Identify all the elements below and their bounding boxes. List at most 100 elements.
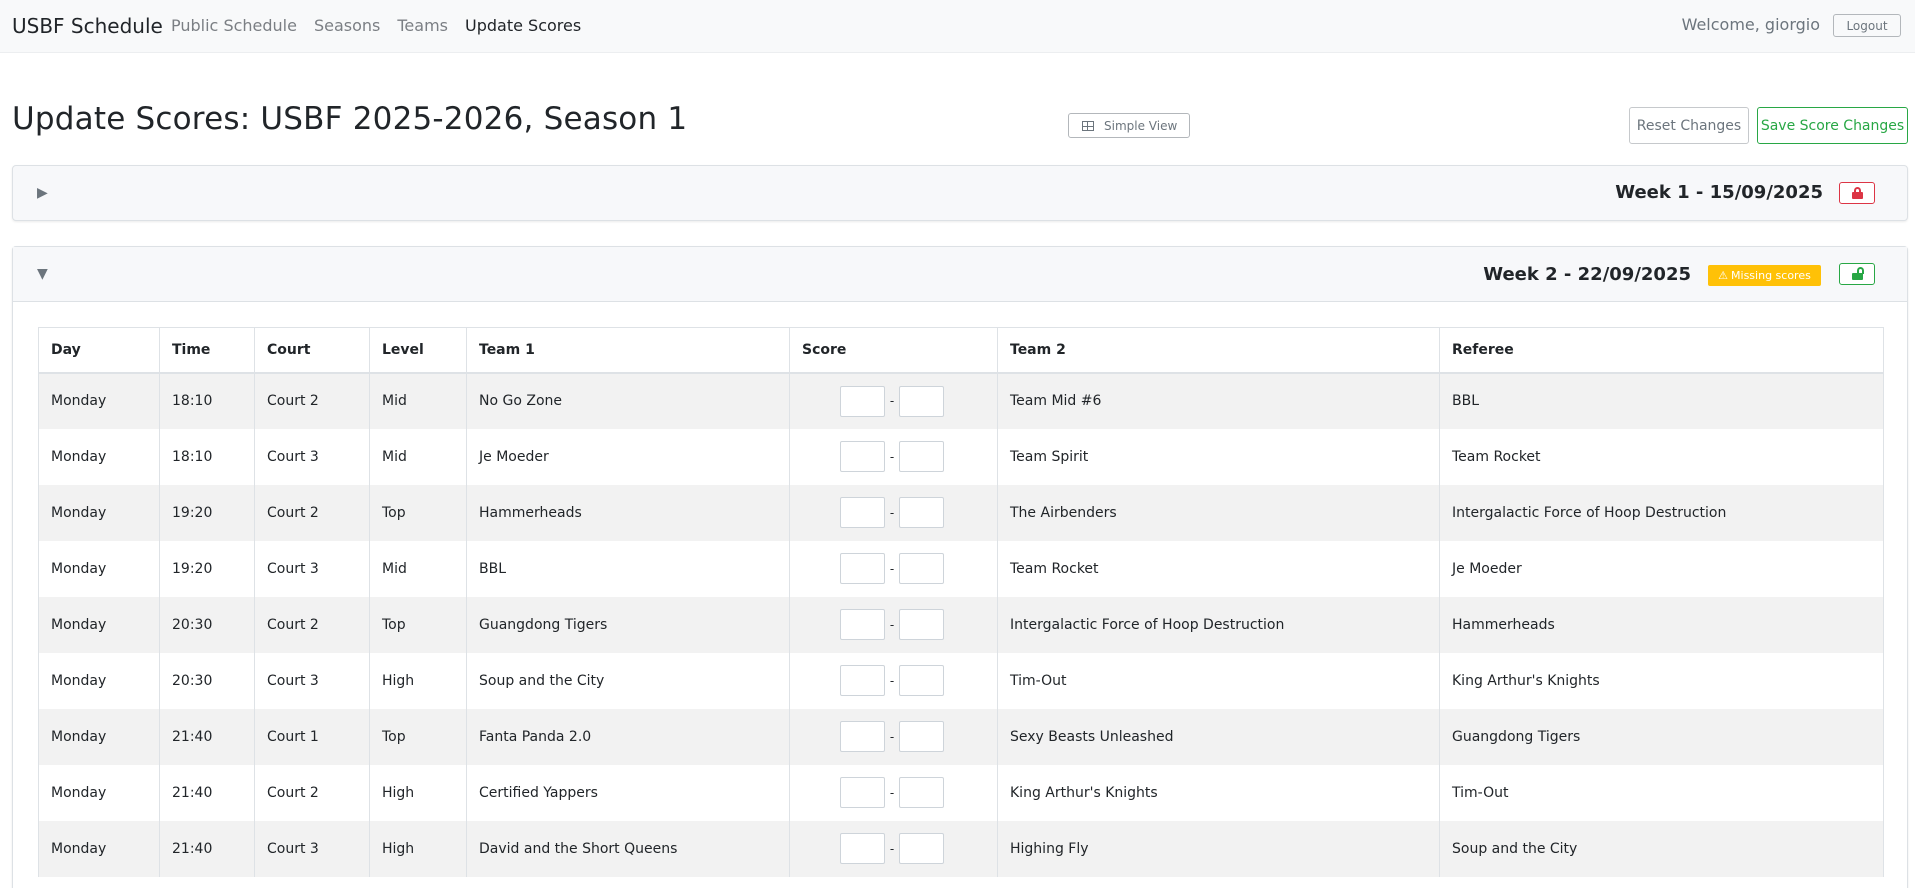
cell-team1: Guangdong Tigers (466, 596, 790, 653)
team2-score-input[interactable] (899, 441, 945, 472)
cell-time: 18:10 (159, 428, 255, 485)
table-header-row: Day Time Court Level Team 1 Score Team 2… (38, 327, 1884, 374)
team1-score-input[interactable] (839, 553, 885, 584)
week-1-title: Week 1 - 15/09/2025 (1615, 182, 1823, 203)
score-separator: - (889, 841, 895, 856)
cell-time: 21:40 (159, 764, 255, 821)
cell-day: Monday (38, 540, 160, 597)
score-separator: - (889, 394, 895, 408)
table-row: Monday 21:40 Court 2 High Certified Yappers -… (38, 764, 1884, 821)
score-separator: - (889, 785, 895, 800)
collapse-icon[interactable]: ▼ (37, 266, 48, 282)
cell-referee: Je Moeder (1439, 540, 1884, 597)
lock-icon (1851, 187, 1863, 199)
cell-referee: Team Rocket (1439, 428, 1884, 485)
cell-court: Court 3 (254, 428, 370, 485)
cell-day: Monday (38, 484, 160, 541)
save-score-changes-button[interactable]: Save Score Changes (1757, 107, 1908, 144)
cell-referee: Intergalactic Force of Hoop Destruction (1439, 484, 1884, 541)
cell-team1: Soup and the City (466, 652, 790, 709)
cell-score: - (789, 764, 998, 821)
score-separator: - (889, 617, 895, 632)
week-2-header[interactable]: ▼ Week 2 - 22/09/2025 ⚠ Missing scores (13, 247, 1907, 302)
cell-court: Court 2 (254, 372, 370, 429)
cell-referee: Soup and the City (1439, 820, 1884, 877)
team1-score-input[interactable] (839, 665, 885, 696)
cell-team2: The Airbenders (997, 484, 1440, 541)
simple-view-button[interactable]: Simple View (1068, 113, 1190, 138)
brand-link[interactable]: USBF Schedule (12, 14, 163, 38)
cell-score: - (789, 428, 998, 485)
reset-changes-button[interactable]: Reset Changes (1629, 107, 1749, 144)
nav-update-scores[interactable]: Update Scores (465, 16, 581, 35)
team2-score-input[interactable] (899, 385, 945, 417)
navbar: USBF Schedule Public Schedule Seasons Te… (0, 0, 1915, 53)
team2-score-input[interactable] (899, 497, 945, 528)
cell-court: Court 2 (254, 484, 370, 541)
table-row: Monday 21:40 Court 1 Top Fanta Panda 2.0 - Sex… (38, 708, 1884, 765)
team2-score-input[interactable] (899, 721, 945, 752)
team1-score-input[interactable] (839, 609, 885, 640)
nav-seasons[interactable]: Seasons (314, 16, 380, 35)
logout-button[interactable]: Logout (1833, 14, 1901, 37)
team2-score-input[interactable] (899, 777, 945, 808)
cell-referee: Tim-Out (1439, 764, 1884, 821)
cell-team1: BBL (466, 540, 790, 597)
cell-level: Mid (369, 540, 467, 597)
cell-score: - (789, 820, 998, 877)
nav-public-schedule[interactable]: Public Schedule (171, 16, 297, 35)
cell-team1: Je Moeder (466, 428, 790, 485)
score-inputs: - (839, 777, 945, 808)
score-separator: - (889, 449, 895, 464)
cell-team1: Fanta Panda 2.0 (466, 708, 790, 765)
cell-team1: David and the Short Queens (466, 820, 790, 877)
table-icon (1082, 120, 1094, 131)
warning-icon: ⚠ (1718, 269, 1729, 282)
expand-icon[interactable]: ▶ (37, 185, 48, 201)
page-title: Update Scores: USBF 2025-2026, Season 1 (12, 101, 688, 137)
cell-day: Monday (38, 820, 160, 877)
missing-scores-label: Missing scores (1731, 269, 1811, 282)
week-2-title: Week 2 - 22/09/2025 (1483, 264, 1691, 285)
cell-time: 21:40 (159, 820, 255, 877)
lock-week-button[interactable] (1839, 182, 1875, 204)
cell-time: 18:10 (159, 372, 255, 429)
col-time: Time (159, 327, 255, 374)
cell-time: 19:20 (159, 484, 255, 541)
team2-score-input[interactable] (899, 609, 945, 640)
cell-referee: Hammerheads (1439, 596, 1884, 653)
cell-score: - (789, 540, 998, 597)
cell-day: Monday (38, 708, 160, 765)
team2-score-input[interactable] (899, 665, 945, 696)
week-2-card: ▼ Week 2 - 22/09/2025 ⚠ Missing scores D… (12, 246, 1908, 888)
table-row: Monday 19:20 Court 3 Mid BBL - Team Rocket Je M… (38, 540, 1884, 597)
cell-day: Monday (38, 596, 160, 653)
unlock-week-button[interactable] (1839, 263, 1875, 285)
cell-court: Court 3 (254, 652, 370, 709)
team1-score-input[interactable] (839, 721, 885, 752)
team1-score-input[interactable] (839, 385, 885, 417)
team1-score-input[interactable] (839, 777, 885, 808)
col-referee: Referee (1439, 327, 1884, 374)
team1-score-input[interactable] (839, 441, 885, 472)
team1-score-input[interactable] (839, 497, 885, 528)
team2-score-input[interactable] (899, 833, 945, 864)
col-day: Day (38, 327, 160, 374)
cell-day: Monday (38, 764, 160, 821)
cell-level: Mid (369, 372, 467, 429)
cell-court: Court 3 (254, 540, 370, 597)
cell-team2: King Arthur's Knights (997, 764, 1440, 821)
cell-score: - (789, 652, 998, 709)
cell-score: - (789, 372, 998, 429)
score-inputs: - (839, 609, 945, 640)
table-row: Monday 19:20 Court 2 Top Hammerheads - The Air… (38, 484, 1884, 541)
score-inputs: - (839, 833, 945, 864)
cell-referee: King Arthur's Knights (1439, 652, 1884, 709)
games-table: Day Time Court Level Team 1 Score Team 2… (38, 327, 1884, 877)
cell-level: High (369, 652, 467, 709)
nav-teams[interactable]: Teams (397, 16, 448, 35)
cell-level: Top (369, 596, 467, 653)
team1-score-input[interactable] (839, 833, 885, 864)
week-1-card[interactable]: ▶ Week 1 - 15/09/2025 (12, 165, 1908, 221)
team2-score-input[interactable] (899, 553, 945, 584)
